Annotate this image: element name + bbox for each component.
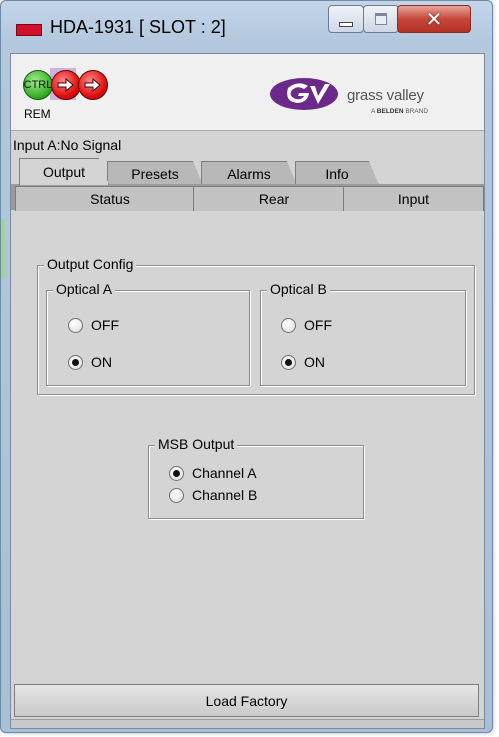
arrow-right-icon xyxy=(51,70,81,100)
maximize-icon xyxy=(375,13,387,25)
msb-output-group: MSB Output Channel A Channel B xyxy=(148,436,364,519)
status-text: Input A:No Signal xyxy=(13,137,122,153)
left-edge-accent xyxy=(1,219,5,279)
header-bar: CTRL REM grass valley A BELDEN BRAND xyxy=(11,54,484,131)
radio-unchecked-icon xyxy=(68,317,83,333)
optical-a-off-radio[interactable]: OFF xyxy=(68,317,119,333)
msb-output-title: MSB Output xyxy=(155,436,238,452)
tab-alarms[interactable]: Alarms xyxy=(201,161,297,185)
radio-checked-icon xyxy=(281,354,296,370)
optical-b-title: Optical B xyxy=(267,281,330,297)
radio-unchecked-icon xyxy=(169,487,184,503)
bottom-tab-row: Status Rear Input xyxy=(11,184,484,211)
optical-a-title: Optical A xyxy=(53,281,116,297)
minimize-button[interactable] xyxy=(328,5,364,33)
radio-label: OFF xyxy=(91,317,119,333)
radio-checked-icon xyxy=(68,354,83,370)
grass-valley-logo-icon xyxy=(270,78,338,110)
output-tab-content: Output Config Optical A OFF ON Optical B xyxy=(11,211,484,728)
bottom-strip xyxy=(11,719,484,728)
app-icon xyxy=(16,24,42,36)
radio-label: OFF xyxy=(304,317,332,333)
radio-label: ON xyxy=(304,354,325,370)
tab-rear[interactable]: Rear xyxy=(193,186,355,211)
tab-output[interactable]: Output xyxy=(19,158,109,185)
msb-channel-a-radio[interactable]: Channel A xyxy=(169,465,257,481)
optical-b-on-radio[interactable]: ON xyxy=(281,354,325,370)
optical-a-group: Optical A OFF ON xyxy=(46,281,250,386)
rem-label: REM xyxy=(24,107,51,121)
close-button[interactable]: ✕ xyxy=(397,5,471,33)
load-factory-button[interactable]: Load Factory xyxy=(14,684,479,717)
ctrl-status-icon: CTRL xyxy=(23,70,53,100)
brand-name: grass valley xyxy=(347,87,424,104)
tab-status[interactable]: Status xyxy=(15,186,205,211)
maximize-button[interactable] xyxy=(363,5,399,33)
optical-a-on-radio[interactable]: ON xyxy=(68,354,112,370)
minimize-icon xyxy=(339,21,353,27)
radio-label: ON xyxy=(91,354,112,370)
arrow-right-icon xyxy=(78,70,108,100)
close-icon: ✕ xyxy=(425,7,443,31)
tab-input[interactable]: Input xyxy=(343,186,484,211)
msb-channel-b-radio[interactable]: Channel B xyxy=(169,487,257,503)
radio-label: Channel B xyxy=(192,487,258,503)
brand-tagline: A BELDEN BRAND xyxy=(371,108,429,115)
optical-b-off-radio[interactable]: OFF xyxy=(281,317,332,333)
radio-checked-icon xyxy=(169,465,184,481)
top-tab-row: Output Presets Alarms Info xyxy=(11,158,484,184)
title-bar[interactable]: HDA-1931 [ SLOT : 2] ✕ xyxy=(1,1,492,53)
output-config-group: Output Config Optical A OFF ON Optical B xyxy=(37,256,475,395)
tab-presets[interactable]: Presets xyxy=(107,161,203,185)
radio-label: Channel A xyxy=(192,465,257,481)
optical-b-group: Optical B OFF ON xyxy=(260,281,466,386)
panel-client-area: CTRL REM grass valley A BELDEN BRAND Inp… xyxy=(10,53,485,729)
radio-unchecked-icon xyxy=(281,317,296,333)
tab-info[interactable]: Info xyxy=(295,161,379,185)
app-window: HDA-1931 [ SLOT : 2] ✕ CTRL REM grass va… xyxy=(0,0,493,733)
window-title: HDA-1931 [ SLOT : 2] xyxy=(50,17,226,37)
output-config-title: Output Config xyxy=(44,256,137,272)
